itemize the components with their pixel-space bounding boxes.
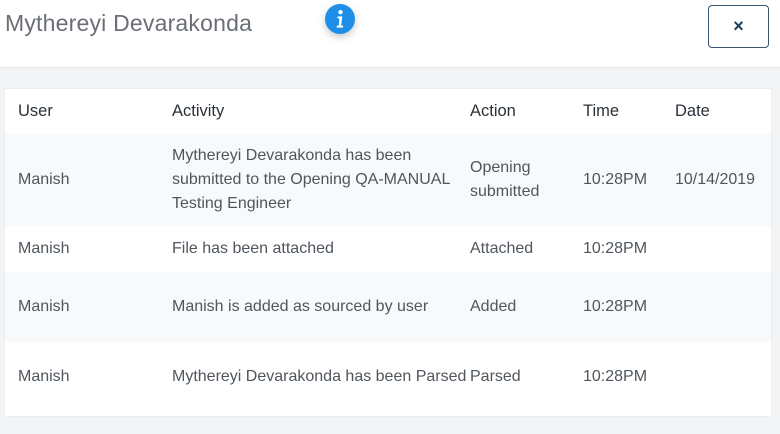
close-button[interactable]: × — [708, 5, 769, 48]
cell-user: Manish — [18, 171, 70, 188]
cell-action: Attached — [470, 240, 534, 257]
table-row: Manish Mythereyi Devarakonda has been Pa… — [5, 342, 771, 412]
cell-date — [675, 226, 771, 272]
cell-date — [675, 272, 771, 342]
cell-time: 10:28PM — [583, 171, 648, 188]
cell-user: Manish — [18, 368, 70, 385]
cell-activity: Manish is added as sourced by user — [172, 298, 429, 315]
activity-table: User Activity Action Time Date Manish My… — [5, 89, 771, 412]
cell-user: Manish — [18, 298, 70, 315]
cell-action: Opening submitted — [470, 159, 540, 200]
table-row: Manish Manish is added as sourced by use… — [5, 272, 771, 342]
page-title: Mythereyi Devarakonda — [5, 10, 253, 36]
modal-body: User Activity Action Time Date Manish My… — [0, 68, 780, 434]
column-header-time: Time — [583, 102, 620, 120]
cell-action: Added — [470, 298, 517, 315]
column-header-activity: Activity — [172, 102, 225, 120]
cell-date — [675, 342, 771, 412]
info-glyph — [336, 10, 344, 28]
column-header-user: User — [18, 102, 53, 120]
info-icon[interactable] — [325, 4, 355, 34]
cell-activity: Mythereyi Devarakonda has been submitted… — [172, 147, 450, 212]
cell-time: 10:28PM — [583, 368, 648, 385]
table-row: Manish Mythereyi Devarakonda has been su… — [5, 134, 771, 226]
activity-modal: Mythereyi Devarakonda × User Activity Ac… — [0, 0, 780, 434]
column-header-action: Action — [470, 102, 516, 120]
cell-time: 10:28PM — [583, 298, 648, 315]
cell-activity: File has been attached — [172, 240, 334, 257]
cell-action: Parsed — [470, 368, 521, 385]
cell-user: Manish — [18, 240, 70, 257]
cell-date: 10/14/2019 — [675, 171, 756, 188]
activity-table-card: User Activity Action Time Date Manish My… — [4, 88, 772, 417]
cell-time: 10:28PM — [583, 240, 648, 257]
table-row: Manish File has been attached Attached 1… — [5, 226, 771, 272]
cell-activity: Mythereyi Devarakonda has been Parsed — [172, 368, 467, 385]
column-header-date: Date — [675, 102, 710, 120]
modal-header: Mythereyi Devarakonda × — [0, 0, 780, 68]
table-header-row: User Activity Action Time Date — [5, 89, 771, 134]
